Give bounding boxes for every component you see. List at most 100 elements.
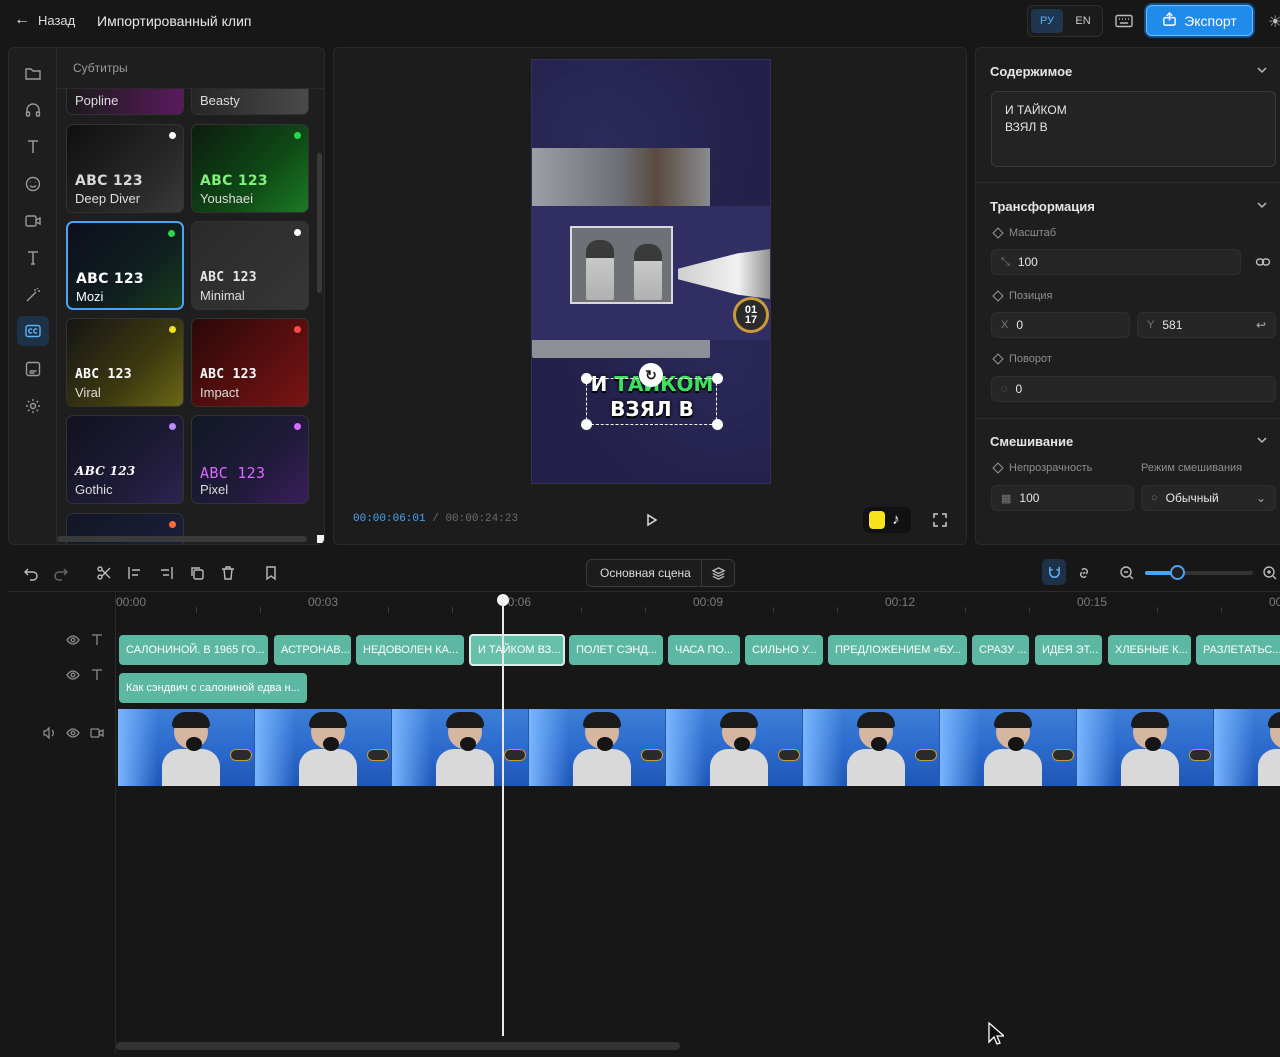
style-card-youshaei[interactable]: ABC 123 Youshaei [191, 124, 309, 213]
duplicate-icon[interactable] [189, 565, 205, 581]
zoom-slider-knob[interactable] [1170, 565, 1186, 580]
scene-label: Основная сцена [600, 566, 691, 580]
text-alt-icon[interactable] [22, 247, 44, 269]
scene-selector[interactable]: Основная сцена [586, 559, 735, 587]
lang-en-button[interactable]: EN [1067, 9, 1099, 33]
subtitle-clip-selected[interactable]: И ТАЙКОМ ВЗ... [469, 634, 565, 666]
scale-input[interactable]: ⤡ 100 [991, 249, 1241, 275]
style-card-impact[interactable]: ABC 123 Impact [191, 318, 309, 407]
style-card-deep-diver[interactable]: ABC 123 Deep Diver [66, 124, 184, 213]
style-card-mozi[interactable]: ABC 123 Mozi [66, 221, 184, 310]
resize-handle-tl[interactable] [581, 373, 592, 384]
subtitle-clip[interactable]: ХЛЕБНЫЕ К... [1108, 635, 1191, 665]
resize-handle-tr[interactable] [712, 373, 723, 384]
align-left-icon[interactable] [127, 565, 143, 581]
subtitle-clip[interactable]: РАЗЛЕТАТЬС... [1196, 635, 1280, 665]
captions-icon[interactable] [17, 316, 49, 346]
subtitle-clip[interactable]: САЛОНИНОЙ. В 1965 ГО... [119, 635, 268, 665]
link-clips-icon[interactable] [1076, 565, 1092, 581]
headphones-icon[interactable] [22, 99, 44, 121]
style-card-gothic[interactable]: ABC 123 Gothic [66, 415, 184, 504]
camera-icon[interactable] [22, 210, 44, 232]
keyboard-shortcuts-icon[interactable] [1114, 11, 1134, 31]
zoom-slider[interactable] [1145, 565, 1253, 580]
volume-icon[interactable] [42, 726, 56, 740]
eye-icon[interactable] [66, 633, 80, 647]
subtitle-clip[interactable]: ПРЕДЛОЖЕНИЕМ «БУ... [828, 635, 967, 665]
settings-icon[interactable] [22, 395, 44, 417]
keyframe-diamond-icon[interactable] [992, 227, 1004, 239]
playhead[interactable] [502, 596, 504, 1036]
rotation-input[interactable]: ◌ 0 [991, 376, 1276, 402]
redo-icon[interactable] [53, 565, 69, 581]
eye-icon[interactable] [66, 668, 80, 682]
ruler-label: 00:15 [1077, 595, 1108, 609]
bookmark-icon[interactable] [263, 565, 279, 581]
folder-icon[interactable] [22, 62, 44, 84]
styles-hscrollbar[interactable] [57, 536, 307, 542]
eye-icon[interactable] [66, 726, 80, 740]
opacity-input[interactable]: ▦ 100 [991, 485, 1134, 511]
subtitle-clip[interactable]: ИДЕЯ ЭТ... [1035, 635, 1102, 665]
align-right-icon[interactable] [158, 565, 174, 581]
style-card-pixel[interactable]: ABC 123 Pixel [191, 415, 309, 504]
styles-scrollbar[interactable] [317, 153, 322, 293]
blend-mode-select[interactable]: ○ Обычный ⌄ [1141, 485, 1276, 511]
style-dot [294, 423, 301, 430]
preview-canvas[interactable]: 01 17 И ТАЙКОМ ВЗЯЛ В ↻ [531, 59, 771, 484]
undo-icon[interactable] [23, 565, 39, 581]
style-card-minimal[interactable]: ABC 123 Minimal [191, 221, 309, 310]
text-icon[interactable] [22, 136, 44, 158]
chevron-down-icon: ⌄ [1255, 491, 1266, 505]
resize-handle-bl[interactable] [581, 419, 592, 430]
keyframe-diamond-icon[interactable] [992, 290, 1004, 302]
delete-icon[interactable] [220, 565, 236, 581]
subtitle-clip[interactable]: ПОЛЕТ СЭНД... [569, 635, 663, 665]
chevron-down-icon[interactable] [1256, 199, 1268, 211]
fullscreen-icon[interactable] [931, 511, 949, 529]
video-clip[interactable] [118, 709, 1280, 786]
keyframe-diamond-icon[interactable] [992, 353, 1004, 365]
style-card-popline[interactable]: Popline [66, 89, 184, 115]
chevron-down-icon[interactable] [1256, 434, 1268, 446]
resize-handle-br[interactable] [712, 419, 723, 430]
zoom-in-icon[interactable] [1262, 565, 1278, 581]
style-name: Minimal [200, 288, 245, 303]
y-prefix: Y [1147, 319, 1155, 331]
layers-icon[interactable] [701, 560, 734, 586]
video-thumbnail [529, 709, 666, 786]
ruler-tick [196, 607, 197, 613]
position-x-input[interactable]: X0 [991, 312, 1130, 338]
play-icon[interactable] [642, 511, 660, 529]
position-y-input[interactable]: Y 581 ↩ [1137, 312, 1276, 338]
subtitle-template-icon[interactable] [22, 358, 44, 380]
platform-preview-toggle[interactable]: ♪ [863, 507, 911, 533]
style-card-viral[interactable]: ABC 123 Viral [66, 318, 184, 407]
rotate-handle-icon[interactable]: ↻ [639, 363, 663, 387]
magnet-snap-icon[interactable] [1042, 559, 1066, 585]
subtitle-clip[interactable]: НЕДОВОЛЕН КА... [356, 635, 464, 665]
chevron-down-icon[interactable] [1256, 64, 1268, 76]
content-textarea[interactable]: И ТАЙКОМ ВЗЯЛ В [991, 91, 1276, 167]
x-value: 0 [1016, 318, 1024, 332]
timeline-scrollbar[interactable] [116, 1042, 680, 1050]
split-icon[interactable] [96, 565, 112, 581]
magic-wand-icon[interactable] [22, 284, 44, 306]
zoom-out-icon[interactable] [1119, 565, 1135, 581]
time-ruler[interactable]: 00:00 00:03 00:06 00:09 00:12 00:15 00 [116, 593, 1280, 615]
back-button[interactable]: ← Назад [14, 11, 75, 29]
lang-ru-button[interactable]: РУ [1031, 9, 1063, 33]
reset-icon[interactable]: ↩ [1256, 318, 1266, 332]
link-icon[interactable] [1255, 254, 1271, 270]
opacity-label-text: Непрозрачность [1009, 462, 1093, 474]
theme-toggle-icon[interactable]: ☀ [1268, 12, 1280, 30]
subtitle-clip[interactable]: СИЛЬНО У... [745, 635, 823, 665]
subtitle-clip[interactable]: ЧАСА ПО... [668, 635, 740, 665]
style-card-beasty[interactable]: Beasty [191, 89, 309, 115]
subtitle-clip[interactable]: СРАЗУ ... [972, 635, 1029, 665]
subtitle-clip[interactable]: АСТРОНАВ... [274, 635, 351, 665]
text-clip[interactable]: Как сэндвич с салониной едва н... [119, 673, 307, 703]
keyframe-diamond-icon[interactable] [992, 462, 1004, 474]
emoji-icon[interactable] [22, 173, 44, 195]
export-button[interactable]: Экспорт [1146, 5, 1253, 36]
